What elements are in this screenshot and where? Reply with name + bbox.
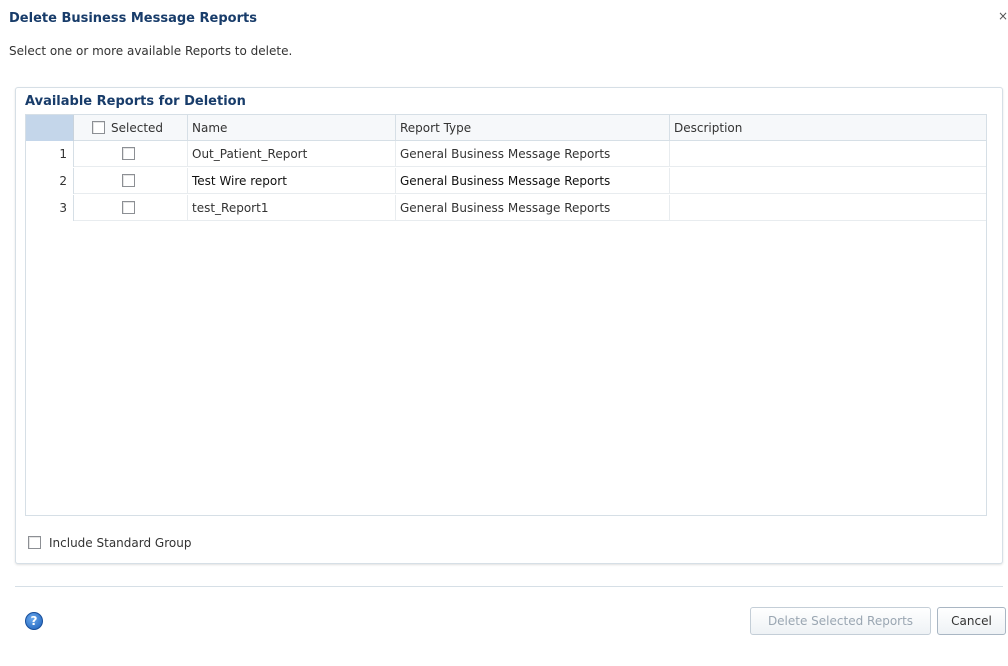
instructions-text: Select one or more available Reports to … [9,44,293,58]
row-number-header [26,115,74,141]
include-standard-group-label: Include Standard Group [49,536,192,550]
row-number: 2 [26,168,74,194]
row-select-checkbox[interactable] [122,146,135,160]
include-standard-group[interactable]: Include Standard Group [28,536,191,550]
close-icon[interactable]: × [998,9,1008,23]
column-header-name[interactable]: Name [188,115,396,141]
row-number: 1 [26,141,74,167]
column-header-report-type[interactable]: Report Type [396,115,670,141]
cancel-button[interactable]: Cancel [937,607,1006,635]
report-description [670,195,986,221]
include-standard-group-checkbox[interactable] [28,536,41,549]
table-header: Selected Name Report Type Description [26,115,986,141]
report-type: General Business Message Reports [396,141,670,167]
help-icon[interactable]: ? [25,612,43,630]
report-name: Test Wire report [188,168,396,194]
column-header-description[interactable]: Description [670,115,986,141]
column-header-selected: Selected [74,115,188,141]
table-row[interactable]: 1 Out_Patient_Report General Business Me… [26,141,986,167]
row-select-checkbox[interactable] [122,173,135,187]
panel-title: Available Reports for Deletion [25,94,246,109]
row-select-checkbox[interactable] [122,200,135,214]
footer-divider [15,586,1003,587]
report-name: Out_Patient_Report [188,141,396,167]
selected-header-label: Selected [111,121,164,135]
table-row[interactable]: 2 Test Wire report General Business Mess… [26,168,986,194]
report-name: test_Report1 [188,195,396,221]
table-row[interactable]: 3 test_Report1 General Business Message … [26,195,986,221]
report-description [670,168,986,194]
available-reports-panel: Available Reports for Deletion Selected … [15,87,1003,564]
row-select-cell [74,141,188,167]
select-all-checkbox[interactable] [92,121,105,134]
delete-selected-reports-button[interactable]: Delete Selected Reports [750,607,931,635]
row-select-cell [74,168,188,194]
report-type: General Business Message Reports [396,195,670,221]
row-number: 3 [26,195,74,221]
reports-table: Selected Name Report Type Description 1 … [25,114,987,516]
report-type: General Business Message Reports [396,168,670,194]
row-select-cell [74,195,188,221]
report-description [670,141,986,167]
dialog-title: Delete Business Message Reports [9,11,257,26]
